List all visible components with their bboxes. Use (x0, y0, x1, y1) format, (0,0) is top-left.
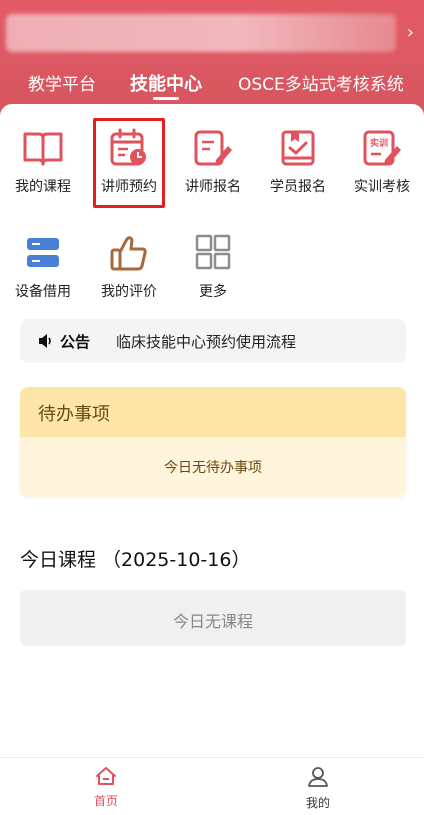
calendar-clock-icon (110, 128, 146, 166)
today-courses-title: 今日课程 （2025-10-16） (20, 549, 251, 571)
notice-bar[interactable]: 公告 临床技能中心预约使用流程 (20, 319, 406, 363)
grid-label: 讲师报名 (185, 179, 241, 195)
nav-home[interactable]: 首页 (76, 766, 136, 809)
grid-item-equipment-borrow[interactable]: 设备借用 (2, 233, 84, 301)
training-exam-icon: 实训 (363, 130, 401, 166)
clipboard-check-icon (281, 130, 315, 166)
speaker-icon (39, 334, 51, 348)
todo-panel: 待办事项 今日无待办事项 (20, 387, 406, 497)
today-courses-empty: 今日无课程 (20, 590, 406, 646)
grid-item-my-courses[interactable]: 我的课程 (2, 128, 84, 196)
form-edit-icon (194, 130, 232, 166)
chevron-right-icon[interactable]: › (407, 24, 414, 42)
user-icon (308, 767, 328, 787)
grid-item-more[interactable]: 更多 (172, 233, 254, 301)
header: › 教学平台 技能中心 OSCE多站式考核系统 (0, 0, 424, 110)
more-grid-icon (195, 234, 231, 270)
grid-item-student-signup[interactable]: 学员报名 (257, 128, 339, 196)
todo-title: 待办事项 (20, 387, 406, 437)
book-icon (23, 132, 63, 166)
grid-label: 更多 (199, 284, 227, 300)
active-tab-indicator (153, 97, 179, 100)
notice-text[interactable]: 临床技能中心预约使用流程 (116, 331, 296, 352)
thumbs-up-icon (110, 236, 147, 271)
bottom-nav: 首页 我的 (0, 757, 424, 815)
grid-item-instructor-signup[interactable]: 讲师报名 (172, 128, 254, 196)
top-tabs: 教学平台 技能中心 OSCE多站式考核系统 (0, 62, 424, 104)
blurred-title-bar (6, 14, 396, 52)
notice-tag: 公告 (60, 333, 91, 351)
tab-skills-center[interactable]: 技能中心 (130, 70, 202, 96)
grid-item-instructor-booking[interactable]: 讲师预约 (88, 128, 170, 196)
grid-label: 设备借用 (15, 284, 71, 300)
equipment-icon (27, 238, 59, 267)
nav-mine[interactable]: 我的 (288, 766, 348, 811)
nav-home-label: 首页 (93, 794, 118, 808)
training-badge-text: 实训 (370, 137, 388, 149)
todo-empty-text: 今日无待办事项 (20, 437, 406, 497)
grid-label: 实训考核 (354, 179, 410, 195)
home-icon (96, 767, 116, 785)
tab-osce-system[interactable]: OSCE多站式考核系统 (238, 70, 404, 95)
grid-label: 学员报名 (270, 179, 326, 195)
grid-label: 讲师预约 (101, 179, 157, 195)
tab-teaching-platform[interactable]: 教学平台 (28, 70, 96, 95)
grid-label: 我的评价 (101, 284, 157, 300)
grid-label: 我的课程 (15, 179, 71, 195)
grid-item-my-evaluation[interactable]: 我的评价 (88, 233, 170, 301)
nav-mine-label: 我的 (305, 796, 330, 810)
grid-item-training-exam[interactable]: 实训 实训考核 (341, 128, 423, 196)
